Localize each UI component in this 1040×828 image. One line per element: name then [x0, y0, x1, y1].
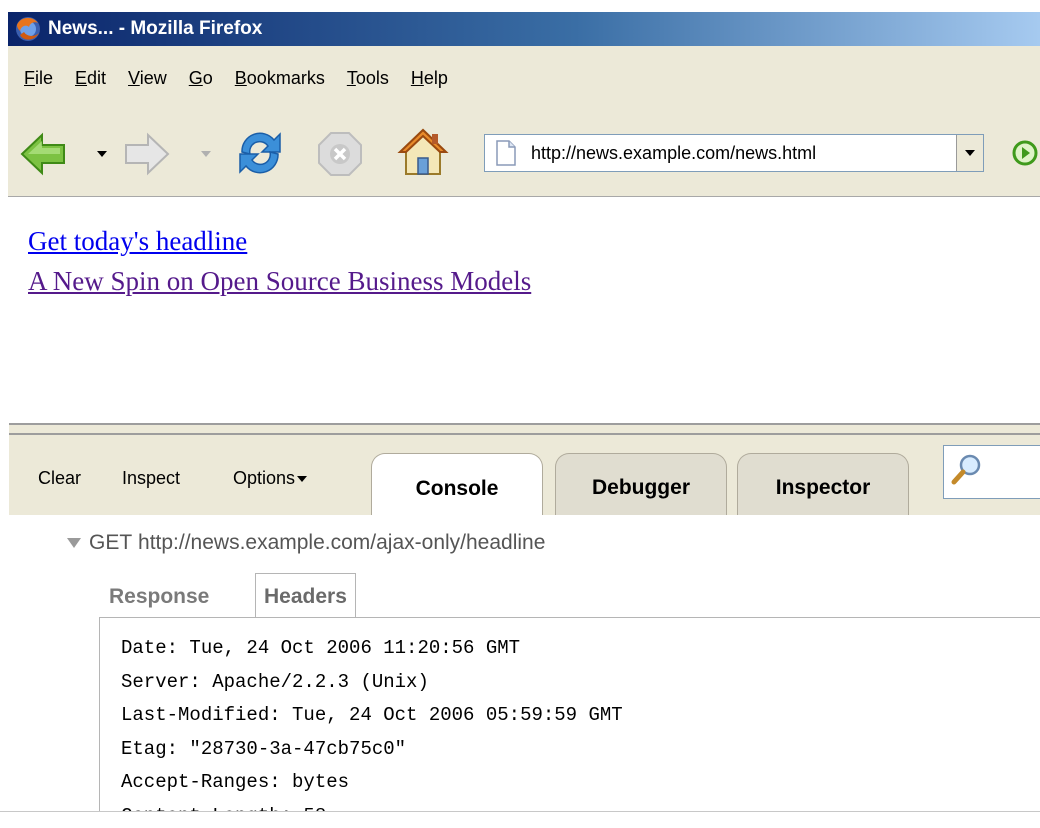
options-label: Options — [233, 468, 296, 488]
reload-icon[interactable] — [234, 128, 286, 178]
home-icon[interactable] — [396, 126, 450, 178]
tab-debugger[interactable]: Debugger — [555, 453, 727, 515]
request-url: http://news.example.com/ajax-only/headli… — [138, 531, 546, 554]
page-content: Get today's headline A New Spin on Open … — [9, 197, 1040, 423]
firebug-search-input[interactable] — [943, 445, 1040, 499]
get-headline-link[interactable]: Get today's headline — [28, 221, 1040, 261]
forward-dropdown-icon[interactable] — [200, 150, 212, 158]
stop-icon[interactable] — [316, 130, 364, 178]
url-text: http://news.example.com/news.html — [531, 142, 817, 163]
header-line: Server: Apache/2.2.3 (Unix) — [121, 670, 429, 693]
menu-tools[interactable]: Tools — [347, 68, 389, 89]
menu-file[interactable]: File — [24, 68, 53, 89]
menu-view[interactable]: View — [128, 68, 167, 89]
forward-icon[interactable] — [124, 132, 170, 176]
chevron-down-icon — [965, 150, 975, 156]
headline-link[interactable]: A New Spin on Open Source Business Model… — [28, 261, 1040, 301]
tab-console[interactable]: Console — [371, 453, 543, 517]
chevron-down-icon — [297, 475, 308, 482]
header-list: Date: Tue, 24 Oct 2006 11:20:56 GMT Serv… — [100, 632, 623, 811]
bottom-edge — [0, 811, 1040, 828]
panel-splitter[interactable] — [9, 423, 1040, 435]
header-line: Accept-Ranges: bytes — [121, 771, 350, 793]
clear-button[interactable]: Clear — [38, 468, 81, 489]
address-dropdown-button[interactable] — [956, 135, 983, 171]
request-method: GET — [89, 531, 133, 554]
title-bar[interactable]: News... - Mozilla Firefox — [8, 12, 1040, 46]
page-icon — [496, 140, 516, 166]
tab-inspector[interactable]: Inspector — [737, 453, 909, 515]
window-edge — [0, 0, 8, 827]
window-title: News... - Mozilla Firefox — [48, 18, 263, 39]
address-bar[interactable]: http://news.example.com/news.html — [484, 134, 984, 172]
menu-bar: File Edit View Go Bookmarks Tools Help — [8, 46, 1040, 110]
header-line: Date: Tue, 24 Oct 2006 11:20:56 GMT — [121, 637, 521, 659]
back-dropdown-icon[interactable] — [96, 150, 108, 158]
header-line: Content-Length: 58 — [121, 800, 623, 812]
back-icon[interactable] — [20, 132, 66, 176]
tab-headers[interactable]: Headers — [255, 573, 356, 619]
header-line: Last-Modified: Tue, 24 Oct 2006 05:59:59… — [121, 704, 623, 726]
search-icon — [951, 454, 981, 485]
console-panel: GET http://news.example.com/ajax-only/he… — [9, 515, 1040, 811]
options-button[interactable]: Options — [233, 468, 308, 489]
menu-go[interactable]: Go — [189, 68, 213, 89]
go-icon[interactable] — [1012, 140, 1038, 166]
firebug-toolbar: Clear Inspect Options Console Debugger I… — [9, 435, 1040, 517]
navigation-toolbar: http://news.example.com/news.html — [8, 110, 1040, 197]
menu-help[interactable]: Help — [411, 68, 448, 89]
tab-response[interactable]: Response — [109, 575, 209, 619]
menu-bookmarks[interactable]: Bookmarks — [235, 68, 325, 89]
firefox-icon — [16, 17, 40, 41]
request-row[interactable]: GET http://news.example.com/ajax-only/he… — [67, 531, 545, 555]
headers-panel: Date: Tue, 24 Oct 2006 11:20:56 GMT Serv… — [99, 617, 1040, 811]
expand-toggle-icon[interactable] — [67, 538, 81, 548]
menu-edit[interactable]: Edit — [75, 68, 106, 89]
inspect-button[interactable]: Inspect — [122, 468, 180, 489]
header-line: Etag: "28730-3a-47cb75c0" — [121, 737, 407, 760]
